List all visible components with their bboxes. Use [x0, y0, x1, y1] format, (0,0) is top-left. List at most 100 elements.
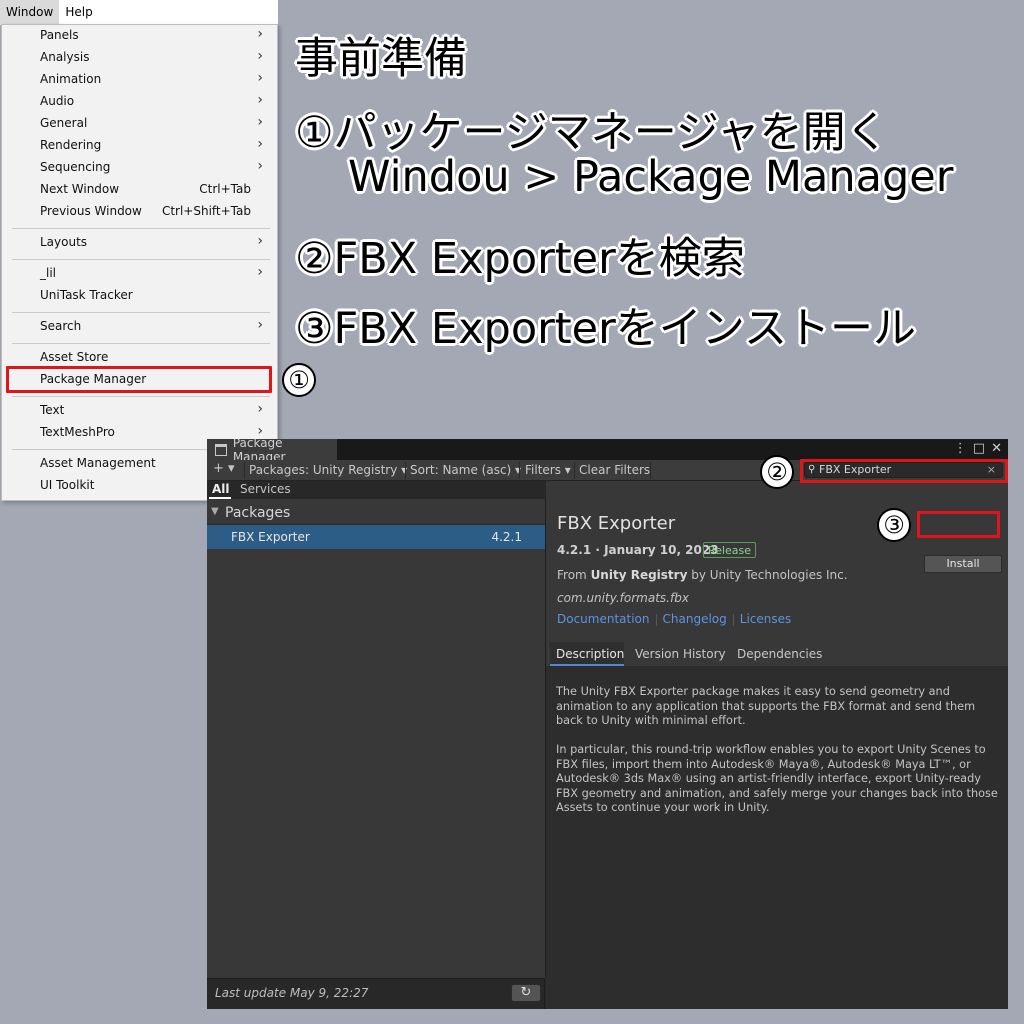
tab-version-history[interactable]: Version History — [635, 647, 726, 661]
package-title: FBX Exporter — [557, 513, 676, 534]
submenu-arrow-icon: › — [257, 26, 263, 42]
menu-item-analysis[interactable]: Analysis › — [2, 47, 277, 69]
tab-services[interactable]: Services — [240, 482, 291, 496]
step-marker-1: ① — [282, 363, 316, 397]
menu-item-shortcut: Ctrl+Tab — [199, 182, 251, 196]
menu-item-label: TextMeshPro — [40, 425, 115, 439]
menu-item-label: Rendering — [40, 138, 102, 152]
submenu-arrow-icon: › — [257, 92, 263, 108]
collapse-triangle-icon: ▼ — [211, 506, 219, 517]
menu-item-layouts[interactable]: Layouts › — [2, 232, 277, 254]
submenu-arrow-icon: › — [257, 48, 263, 64]
menu-item-label: Animation — [40, 72, 102, 86]
description-panel: The Unity FBX Exporter package makes it … — [546, 667, 1008, 1009]
filters-dropdown[interactable]: Filters ▾ — [525, 463, 571, 477]
tab-package-manager[interactable]: Package Manager — [207, 439, 337, 464]
description-paragraph-2: In particular, this round-trip workflow … — [556, 743, 998, 815]
instructions-step-1: ①パッケージマネージャを開く — [295, 108, 889, 158]
submenu-arrow-icon: › — [257, 158, 263, 174]
menu-separator — [12, 228, 270, 229]
changelog-link[interactable]: Changelog — [663, 612, 727, 626]
instructions-step-1-path: Windou > Package Manager — [348, 152, 954, 202]
window-controls: ⋮ □ ✕ — [954, 441, 1002, 456]
instructions-step-3: ③FBX Exporterをインストール — [295, 304, 916, 354]
submenu-arrow-icon: › — [257, 423, 263, 439]
menu-item-label: UI Toolkit — [40, 478, 95, 492]
menu-item-previous-window[interactable]: Previous Window Ctrl+Shift+Tab — [2, 201, 277, 223]
submenu-arrow-icon: › — [257, 70, 263, 86]
menu-item-sequencing[interactable]: Sequencing › — [2, 157, 277, 179]
menu-separator — [12, 396, 270, 397]
maximize-icon[interactable]: □ — [973, 441, 985, 456]
toolbar-separator — [405, 462, 406, 479]
window-title-bar: Package Manager ⋮ □ ✕ — [207, 439, 1008, 464]
menu-item-label: General — [40, 116, 88, 130]
menu-item-label: Asset Store — [40, 350, 109, 364]
toolbar-separator — [244, 462, 245, 479]
menu-item-panels[interactable]: Panels › — [2, 25, 277, 47]
menu-item-label: Previous Window — [40, 204, 142, 218]
package-list: ▼ Packages FBX Exporter 4.2.1 — [207, 499, 546, 978]
menu-item-label: Audio — [40, 94, 75, 108]
link-separator — [732, 613, 734, 626]
menu-item-text[interactable]: Text › — [2, 400, 277, 422]
instructions-step-2: ②FBX Exporterを検索 — [295, 234, 745, 284]
package-version-date: 4.2.1 · January 10, 2023 — [557, 543, 719, 557]
menu-item-animation[interactable]: Animation › — [2, 69, 277, 91]
toolbar-separator — [519, 462, 520, 479]
close-icon[interactable]: ✕ — [991, 441, 1002, 456]
refresh-icon: ↻ — [520, 985, 532, 1000]
menu-help[interactable]: Help — [59, 0, 98, 24]
link-separator — [655, 613, 657, 626]
window-menu-dropdown: Panels › Analysis › Animation › Audio › … — [1, 24, 278, 501]
source-suffix: by Unity Technologies Inc. — [691, 568, 848, 582]
menu-item-rendering[interactable]: Rendering › — [2, 135, 277, 157]
package-name: FBX Exporter — [231, 530, 310, 544]
package-id: com.unity.formats.fbx — [557, 591, 689, 605]
packages-group-header[interactable]: ▼ Packages — [207, 503, 545, 525]
tab-all[interactable]: All — [212, 482, 230, 496]
menu-item-next-window[interactable]: Next Window Ctrl+Tab — [2, 179, 277, 201]
submenu-arrow-icon: › — [257, 401, 263, 417]
package-source: From Unity Registry by Unity Technologie… — [557, 568, 848, 582]
menu-item-shortcut: Ctrl+Shift+Tab — [161, 204, 251, 218]
menu-item-label: Text — [40, 403, 65, 417]
submenu-arrow-icon: › — [257, 264, 263, 280]
refresh-button[interactable]: ↻ — [511, 984, 541, 1002]
menu-item-search[interactable]: Search › — [2, 316, 277, 338]
clear-filters-button[interactable]: Clear Filters — [579, 463, 650, 477]
sort-dropdown[interactable]: Sort: Name (asc) ▾ — [410, 463, 521, 477]
release-badge: Release — [703, 542, 756, 558]
menu-item-lil[interactable]: _lil › — [2, 263, 277, 285]
menu-item-label: Asset Management — [40, 456, 156, 470]
list-item[interactable]: FBX Exporter 4.2.1 — [207, 525, 545, 549]
package-version: 4.2.1 — [491, 530, 522, 544]
package-links: Documentation Changelog Licenses — [557, 612, 791, 626]
submenu-arrow-icon: › — [257, 317, 263, 333]
source-prefix: From — [557, 568, 587, 582]
package-manager-icon — [215, 443, 227, 456]
documentation-link[interactable]: Documentation — [557, 612, 650, 626]
menu-item-audio[interactable]: Audio › — [2, 91, 277, 113]
menu-item-unitask-tracker[interactable]: UniTask Tracker — [2, 285, 277, 307]
add-package-button[interactable]: + ▾ — [213, 461, 235, 476]
menu-item-label: Sequencing — [40, 160, 111, 174]
step-marker-3: ③ — [877, 508, 911, 542]
menu-separator — [12, 312, 270, 313]
menu-window[interactable]: Window — [0, 0, 60, 24]
details-tabs: Description Version History Dependencies — [546, 642, 1008, 667]
packages-scope-dropdown[interactable]: Packages: Unity Registry ▾ — [249, 463, 407, 477]
menu-item-label: Next Window — [40, 182, 120, 196]
menu-separator — [12, 259, 270, 260]
menu-separator — [12, 343, 270, 344]
more-options-icon[interactable]: ⋮ — [954, 441, 967, 456]
tab-description[interactable]: Description — [556, 647, 624, 661]
submenu-arrow-icon: › — [257, 233, 263, 249]
install-highlight — [917, 511, 1000, 538]
toolbar-separator — [574, 462, 575, 479]
tab-dependencies[interactable]: Dependencies — [737, 647, 822, 661]
search-highlight — [800, 459, 1008, 483]
licenses-link[interactable]: Licenses — [740, 612, 792, 626]
install-button[interactable]: Install — [924, 555, 1002, 573]
menu-item-general[interactable]: General › — [2, 113, 277, 135]
